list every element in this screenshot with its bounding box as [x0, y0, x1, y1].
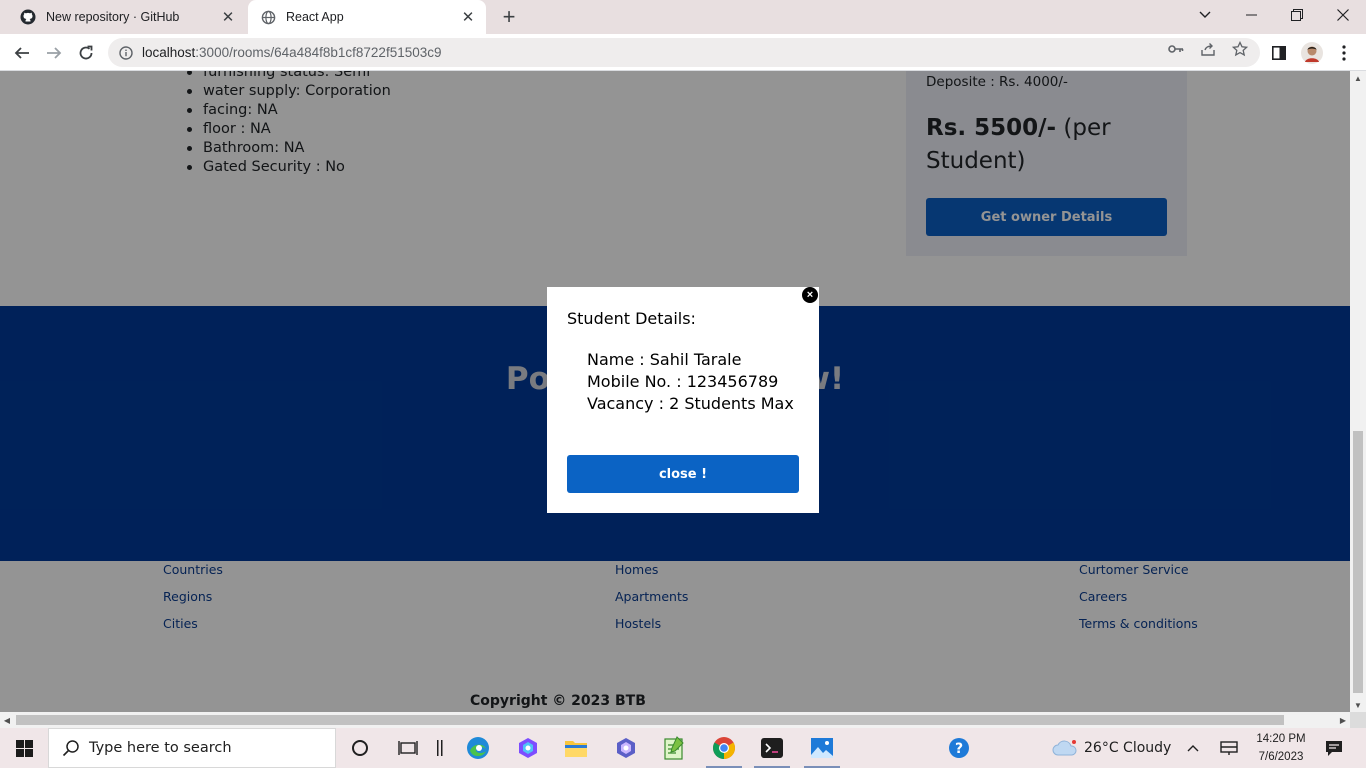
scrollbar-corner [1350, 712, 1366, 728]
cloud-weather-icon[interactable] [1041, 728, 1089, 768]
key-icon[interactable] [1167, 40, 1185, 58]
windows-taskbar: Type here to search ? 26°C Cloudy 14:20 … [0, 728, 1366, 768]
menu-kebab-icon[interactable] [1333, 42, 1355, 64]
tab-github[interactable]: New repository · GitHub ✕ [8, 0, 246, 34]
new-tab-plus-icon[interactable]: + [496, 4, 522, 30]
photos-icon[interactable] [798, 728, 846, 768]
share-icon[interactable] [1199, 40, 1217, 58]
search-placeholder: Type here to search [89, 740, 232, 756]
windows-start-icon[interactable] [0, 728, 48, 768]
cortana-icon[interactable] [336, 728, 384, 768]
chrome-icon[interactable] [700, 728, 748, 768]
tab-strip: New repository · GitHub ✕ React App ✕ + [0, 0, 1366, 34]
student-mobile: Mobile No. : 123456789 [587, 372, 779, 391]
close-icon[interactable]: × [802, 287, 818, 303]
minimize-icon[interactable] [1228, 0, 1274, 30]
scroll-left-arrow-icon[interactable]: ◀ [0, 712, 14, 728]
clock-time: 14:20 PM [1256, 733, 1306, 745]
browser-toolbar: localhost:3000/rooms/64a484f8b1cf8722f51… [0, 34, 1366, 71]
globe-icon [260, 9, 276, 25]
side-panel-icon[interactable] [1268, 42, 1290, 64]
site-info-icon[interactable] [118, 45, 134, 61]
url-path: :3000/rooms/64a484f8b1cf8722f51503c9 [195, 45, 442, 60]
clock-date: 7/6/2023 [1258, 751, 1304, 763]
reload-icon[interactable] [72, 39, 100, 67]
network-icon[interactable] [1205, 728, 1253, 768]
notepad-plus-icon[interactable] [650, 728, 698, 768]
tab-close-icon[interactable]: ✕ [458, 7, 478, 27]
vertical-scroll-thumb[interactable] [1353, 431, 1363, 693]
url-host: localhost [142, 45, 196, 60]
horizontal-scroll-thumb[interactable] [16, 715, 1284, 725]
terminal-icon[interactable] [748, 728, 796, 768]
weather-text[interactable]: 26°C Cloudy [1084, 740, 1171, 756]
notifications-icon[interactable] [1310, 728, 1358, 768]
address-bar[interactable]: localhost:3000/rooms/64a484f8b1cf8722f51… [108, 38, 1260, 67]
tab-close-icon[interactable]: ✕ [218, 7, 238, 27]
page-viewport: furnishing status: Semi water supply: Co… [0, 71, 1350, 712]
back-arrow-icon[interactable] [8, 39, 36, 67]
url-text: localhost:3000/rooms/64a484f8b1cf8722f51… [142, 45, 442, 60]
scroll-right-arrow-icon[interactable]: ▶ [1336, 712, 1350, 728]
profile-avatar[interactable] [1301, 42, 1323, 64]
vertical-scrollbar[interactable]: ▲ ▼ [1350, 71, 1366, 712]
student-details-modal: × Student Details: Name : Sahil Tarale M… [547, 287, 819, 513]
scroll-down-arrow-icon[interactable]: ▼ [1350, 698, 1366, 712]
close-window-icon[interactable] [1320, 0, 1366, 30]
tab-title: React App [286, 10, 344, 24]
taskbar-search-box[interactable]: Type here to search [48, 728, 336, 768]
svg-text:?: ? [955, 741, 963, 757]
system-clock[interactable]: 14:20 PM 7/6/2023 [1250, 730, 1312, 766]
tab-search-chevron-icon[interactable] [1182, 0, 1228, 30]
modal-title: Student Details: [567, 309, 696, 328]
teams-app-icon[interactable] [602, 728, 650, 768]
help-icon[interactable]: ? [935, 728, 983, 768]
github-icon [20, 9, 36, 25]
forward-arrow-icon[interactable] [40, 39, 68, 67]
file-explorer-icon[interactable] [552, 728, 600, 768]
close-modal-button[interactable]: close ! [567, 455, 799, 493]
bookmark-star-icon[interactable] [1231, 40, 1249, 58]
edge-icon[interactable] [454, 728, 502, 768]
scroll-up-arrow-icon[interactable]: ▲ [1350, 71, 1366, 85]
horizontal-scrollbar[interactable]: ◀ ▶ [0, 712, 1350, 728]
student-name: Name : Sahil Tarale [587, 350, 742, 369]
tab-title: New repository · GitHub [46, 10, 180, 24]
copilot-app-icon[interactable] [504, 728, 552, 768]
student-vacancy: Vacancy : 2 Students Max [587, 394, 794, 413]
restore-icon[interactable] [1274, 0, 1320, 30]
search-icon [61, 739, 81, 757]
tab-react-app[interactable]: React App ✕ [248, 0, 486, 34]
